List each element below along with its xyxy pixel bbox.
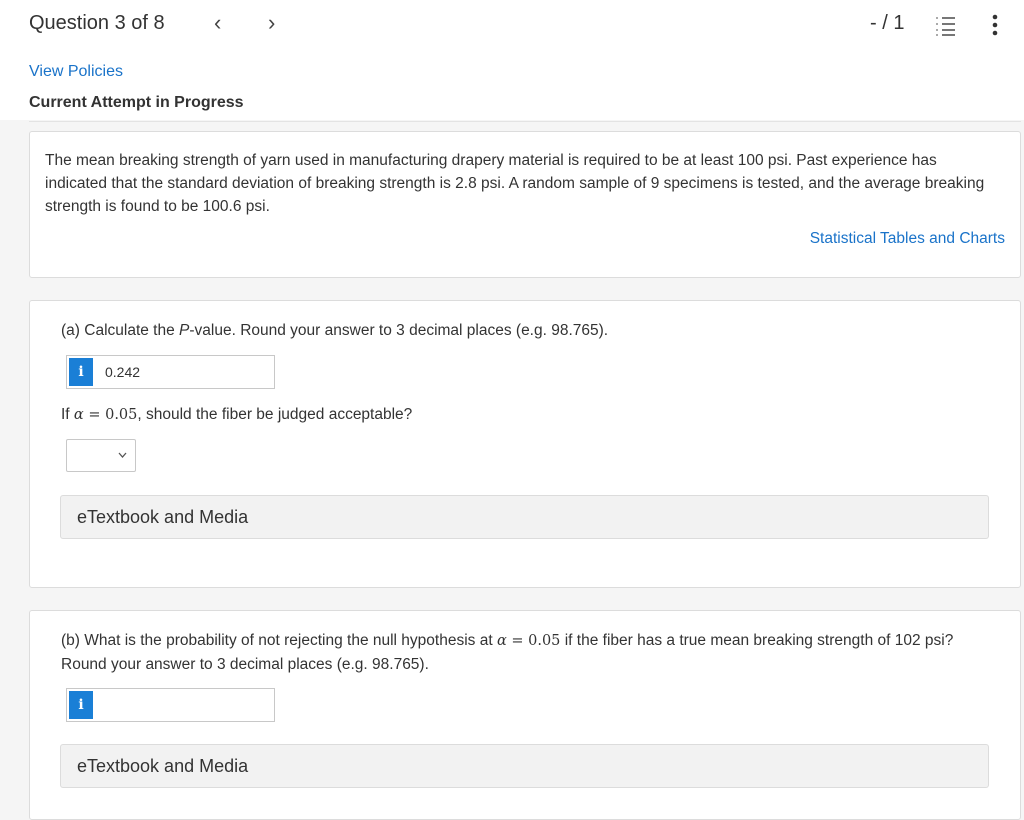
question-counter: Question 3 of 8 xyxy=(29,12,165,34)
view-policies-link[interactable]: View Policies xyxy=(29,63,123,81)
etextbook-media-label: eTextbook and Media xyxy=(77,507,249,527)
part-a-prompt-start: (a) Calculate the xyxy=(61,322,180,339)
info-icon[interactable]: i xyxy=(69,358,93,386)
chevron-down-icon xyxy=(118,452,127,458)
part-b-prompt: (b) What is the probability of not rejec… xyxy=(61,629,981,676)
info-icon[interactable]: i xyxy=(69,691,93,719)
previous-question-icon[interactable]: ‹ xyxy=(214,10,221,36)
part-a-acceptance-question: If α = 0.05, should the fiber be judged … xyxy=(61,403,412,427)
acceptance-dropdown[interactable] xyxy=(66,439,136,472)
header-bar: Question 3 of 8 ‹ › - / 1 xyxy=(0,0,1024,58)
part-a-card xyxy=(29,300,1021,588)
part-b-etextbook-media[interactable]: eTextbook and Media xyxy=(60,744,989,788)
part-a-answer-field[interactable]: i 0.242 xyxy=(66,355,275,389)
attempt-status: Current Attempt in Progress xyxy=(29,94,244,111)
part-a-answer-value[interactable]: 0.242 xyxy=(105,356,140,388)
part-a-etextbook-media[interactable]: eTextbook and Media xyxy=(60,495,989,539)
divider xyxy=(29,121,1021,122)
list-icon[interactable] xyxy=(934,15,956,37)
part-b-answer-field[interactable]: i xyxy=(66,688,275,722)
part-a-prompt-end: -value. Round your answer to 3 decimal p… xyxy=(189,322,609,339)
problem-statement: The mean breaking strength of yarn used … xyxy=(45,152,985,215)
kebab-menu-icon[interactable] xyxy=(988,13,1002,37)
part-a-prompt: (a) Calculate the P-value. Round your an… xyxy=(61,319,608,342)
etextbook-media-label: eTextbook and Media xyxy=(77,756,249,776)
acceptance-question-start: If xyxy=(61,406,74,423)
alpha-symbol: α = 0.05 xyxy=(73,407,138,423)
part-b-prompt-start: (b) What is the probability of not rejec… xyxy=(61,632,497,649)
question-score: - / 1 xyxy=(870,12,905,34)
next-question-icon[interactable]: › xyxy=(268,10,275,36)
statistical-tables-link[interactable]: Statistical Tables and Charts xyxy=(810,230,1005,248)
p-symbol: P xyxy=(179,322,190,339)
acceptance-question-end: , should the fiber be judged acceptable? xyxy=(137,406,413,423)
alpha-symbol: α = 0.05 xyxy=(496,633,561,649)
